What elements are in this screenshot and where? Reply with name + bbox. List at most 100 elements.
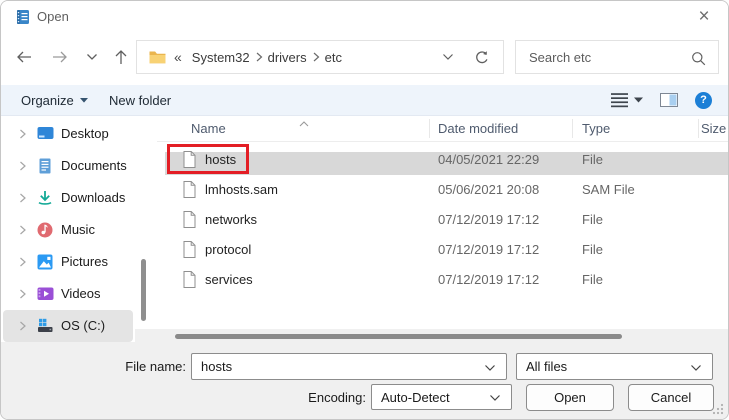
file-icon [183,211,196,228]
pictures-icon [37,254,53,270]
new-folder-label: New folder [109,93,171,108]
file-name: protocol [205,242,251,257]
file-row-lmhosts[interactable]: lmhosts.sam 05/06/2021 20:08 SAM File [157,175,729,205]
organize-button[interactable]: Organize [21,85,88,115]
column-header-date[interactable]: Date modified [438,121,518,136]
navigation-pane: Desktop Documents Downloads Music Pictur… [1,116,135,342]
expand-chevron-icon[interactable] [19,128,27,140]
encoding-value: Auto-Detect [381,390,450,405]
music-icon [37,222,53,238]
address-bar[interactable]: « System32 drivers etc [136,40,504,74]
chevron-down-icon[interactable] [484,364,496,372]
sidebar-item-desktop[interactable]: Desktop [3,118,133,150]
address-dropdown-icon[interactable] [442,53,454,61]
sidebar-item-music[interactable]: Music [3,214,133,246]
file-list: Name Date modified Type Size hosts 04/05… [157,116,729,329]
views-dropdown-icon[interactable] [634,97,643,103]
search-icon [691,51,706,66]
notepad-icon [15,9,31,25]
expand-chevron-icon[interactable] [19,224,27,236]
chevron-right-icon [309,52,323,62]
file-name-label: File name: [61,359,186,374]
cancel-button[interactable]: Cancel [628,384,714,411]
file-type: File [582,242,603,257]
file-name: lmhosts.sam [205,182,278,197]
file-name-combobox[interactable] [191,353,507,380]
views-icon[interactable] [611,92,628,108]
organize-label: Organize [21,93,74,108]
horizontal-scrollbar-thumb[interactable] [175,334,622,339]
sidebar-item-downloads[interactable]: Downloads [3,182,133,214]
videos-icon [37,286,54,301]
open-button[interactable]: Open [526,384,614,411]
chevron-down-icon[interactable] [489,394,501,402]
file-name: networks [205,212,257,227]
sidebar-item-pictures[interactable]: Pictures [3,246,133,278]
file-type-combobox[interactable]: All files [516,353,713,380]
help-icon[interactable]: ? [695,92,712,109]
expand-chevron-icon[interactable] [19,192,27,204]
sidebar-label: OS (C:) [61,318,105,333]
file-type-value: All files [526,359,567,374]
sidebar-scrollbar-thumb[interactable] [141,259,146,321]
expand-chevron-icon[interactable] [19,160,27,172]
search-input[interactable] [516,41,718,73]
file-icon [183,241,196,258]
file-type: SAM File [582,182,635,197]
folder-icon [149,50,166,64]
resize-grip[interactable] [712,403,724,415]
new-folder-button[interactable]: New folder [109,85,171,115]
sidebar-item-os-c[interactable]: OS (C:) [3,310,133,342]
back-button[interactable] [11,44,37,70]
chevron-down-icon[interactable] [690,364,702,372]
column-separator [572,119,573,138]
expand-chevron-icon[interactable] [19,320,27,332]
breadcrumb-system32[interactable]: System32 [190,50,252,65]
close-button[interactable]: × [686,3,722,31]
annotation-highlight-box [167,144,249,174]
column-separator [429,119,430,138]
file-row-networks[interactable]: networks 07/12/2019 17:12 File [157,205,729,235]
column-header-size[interactable]: Size [701,121,726,136]
preview-pane-icon[interactable] [660,93,678,107]
breadcrumb-drivers[interactable]: drivers [266,50,309,65]
column-header-type[interactable]: Type [582,121,610,136]
column-header-name[interactable]: Name [191,121,226,136]
file-icon [183,181,196,198]
open-dialog: Open × « System32 drivers etc [0,0,729,420]
column-separator [698,119,699,138]
sidebar-item-videos[interactable]: Videos [3,278,133,310]
sort-ascending-icon [299,121,309,127]
file-date: 05/06/2021 20:08 [438,182,539,197]
recent-locations-button[interactable] [79,44,105,70]
sidebar-label: Desktop [61,126,109,141]
file-row-protocol[interactable]: protocol 07/12/2019 17:12 File [157,235,729,265]
downloads-icon [37,190,53,206]
command-toolbar: Organize New folder ? [1,85,728,116]
refresh-icon[interactable] [474,50,489,65]
sidebar-label: Documents [61,158,127,173]
dropdown-caret-icon [80,98,88,103]
file-date: 07/12/2019 17:12 [438,242,539,257]
file-type: File [582,152,603,167]
file-date: 07/12/2019 17:12 [438,212,539,227]
sidebar-scrollbar [141,116,147,329]
drive-icon [37,318,54,333]
breadcrumb-etc[interactable]: etc [323,50,344,65]
forward-button[interactable] [47,44,73,70]
file-row-services[interactable]: services 07/12/2019 17:12 File [157,265,729,295]
encoding-combobox[interactable]: Auto-Detect [371,384,512,410]
file-date: 07/12/2019 17:12 [438,272,539,287]
file-icon [183,271,196,288]
chevron-right-icon [252,52,266,62]
file-name-input[interactable] [192,354,478,379]
file-name: services [205,272,253,287]
encoding-label: Encoding: [266,390,366,405]
window-title: Open [37,9,69,24]
breadcrumb-overflow[interactable]: « [174,49,182,65]
expand-chevron-icon[interactable] [19,256,27,268]
sidebar-item-documents[interactable]: Documents [3,150,133,182]
desktop-icon [37,126,54,141]
expand-chevron-icon[interactable] [19,288,27,300]
up-button[interactable] [108,44,134,70]
